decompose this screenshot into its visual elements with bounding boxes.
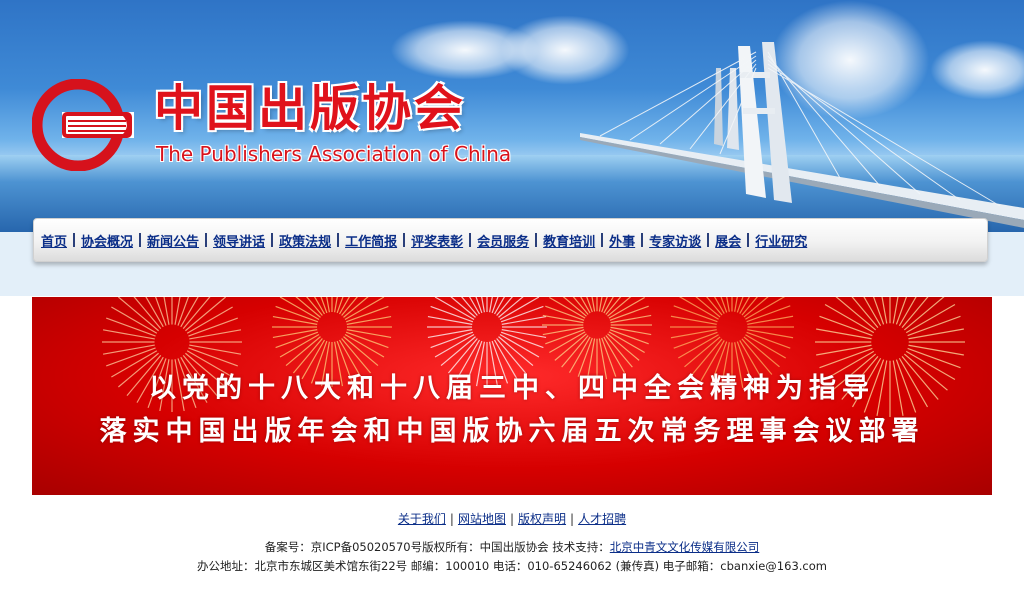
footer-link[interactable]: 网站地图: [458, 512, 506, 526]
nav-item: 会员服务: [463, 231, 529, 250]
nav-item: 教育培训: [529, 231, 595, 250]
nav-separator: [271, 233, 274, 247]
site-title-chinese: 中国出版协会: [154, 79, 467, 137]
nav-item: 政策法规: [265, 231, 331, 250]
footer-address-line: 办公地址：北京市东城区美术馆东街22号 邮编：100010 电话：010-652…: [197, 559, 827, 573]
nav-separator: [337, 233, 340, 247]
nav-separator: [707, 233, 710, 247]
banner-slogan-line-1: 以党的十八大和十八届三中、四中全会精神为指导: [149, 373, 875, 404]
nav-item: 展会: [701, 231, 741, 250]
footer-record-line: 备案号：京ICP备05020570号版权所有：中国出版协会 技术支持：北京中青文…: [0, 539, 1024, 555]
nav-item: 行业研究: [741, 231, 807, 250]
nav-link[interactable]: 专家访谈: [649, 231, 701, 250]
footer-link-separator: |: [449, 512, 454, 526]
nav-item: 新闻公告: [133, 231, 199, 250]
association-logo-icon: [32, 79, 134, 171]
nav-link[interactable]: 协会概况: [81, 231, 133, 250]
nav-link[interactable]: 首页: [41, 231, 67, 250]
nav-separator: [205, 233, 208, 247]
footer-link[interactable]: 人才招聘: [578, 512, 626, 526]
footer-link-separator: |: [509, 512, 515, 526]
firework-burst: [542, 297, 652, 380]
nav-link[interactable]: 新闻公告: [147, 231, 199, 250]
nav-link[interactable]: 行业研究: [755, 231, 807, 250]
footer-link[interactable]: 关于我们: [398, 512, 446, 526]
nav-item: 协会概况: [67, 231, 133, 250]
nav-item: 领导讲话: [199, 231, 265, 250]
tech-support-link[interactable]: 北京中青文文化传媒有限公司: [610, 540, 760, 554]
slogan-banner: 以党的十八大和十八届三中、四中全会精神为指导 落实中国出版年会和中国版协六届五次…: [32, 297, 992, 495]
nav-link[interactable]: 评奖表彰: [411, 231, 463, 250]
nav-link[interactable]: 会员服务: [477, 231, 529, 250]
nav-link[interactable]: 教育培训: [543, 231, 595, 250]
nav-link[interactable]: 外事: [609, 231, 635, 250]
nav-separator: [403, 233, 406, 247]
nav-item: 工作简报: [331, 231, 397, 250]
nav-separator: [139, 233, 142, 247]
nav-separator: [641, 233, 644, 247]
footer-links: 关于我们 | 网站地图 | 版权声明 | 人才招聘: [0, 510, 1024, 527]
nav-link[interactable]: 领导讲话: [213, 231, 265, 250]
footer-link-separator: |: [570, 512, 575, 526]
footer-record-text: 备案号：京ICP备05020570号版权所有：中国出版协会 技术支持：: [264, 540, 610, 554]
nav-item: 评奖表彰: [397, 231, 463, 250]
nav-separator: [747, 233, 750, 247]
bridge-illustration: [580, 42, 1024, 228]
nav-item: 外事: [595, 231, 635, 250]
nav-link[interactable]: 政策法规: [279, 231, 331, 250]
nav-link[interactable]: 工作简报: [345, 231, 397, 250]
footer-link[interactable]: 版权声明: [518, 512, 566, 526]
nav-item: 首页: [41, 231, 67, 250]
nav-list: 首页 协会概况 新闻公告 领导讲话 政策法规 工作简报 评奖表彰 会员服务 教育培训 外事 专家访谈…: [34, 219, 987, 261]
nav-link[interactable]: 展会: [715, 231, 741, 250]
nav-separator: [73, 233, 76, 247]
nav-separator: [535, 233, 538, 247]
nav-item: 专家访谈: [635, 231, 701, 250]
nav-separator: [469, 233, 472, 247]
nav-separator: [601, 233, 604, 247]
banner-slogan-line-2: 落实中国出版年会和中国版协六届五次常务理事会议部署: [99, 416, 925, 447]
site-title-english: The Publishers Association of China: [156, 142, 512, 166]
main-navigation: 首页 协会概况 新闻公告 领导讲话 政策法规 工作简报 评奖表彰 会员服务 教育培训 外事 专家访谈…: [33, 218, 988, 262]
site-header: 中国出版协会 The Publishers Association of Chi…: [0, 0, 1024, 232]
